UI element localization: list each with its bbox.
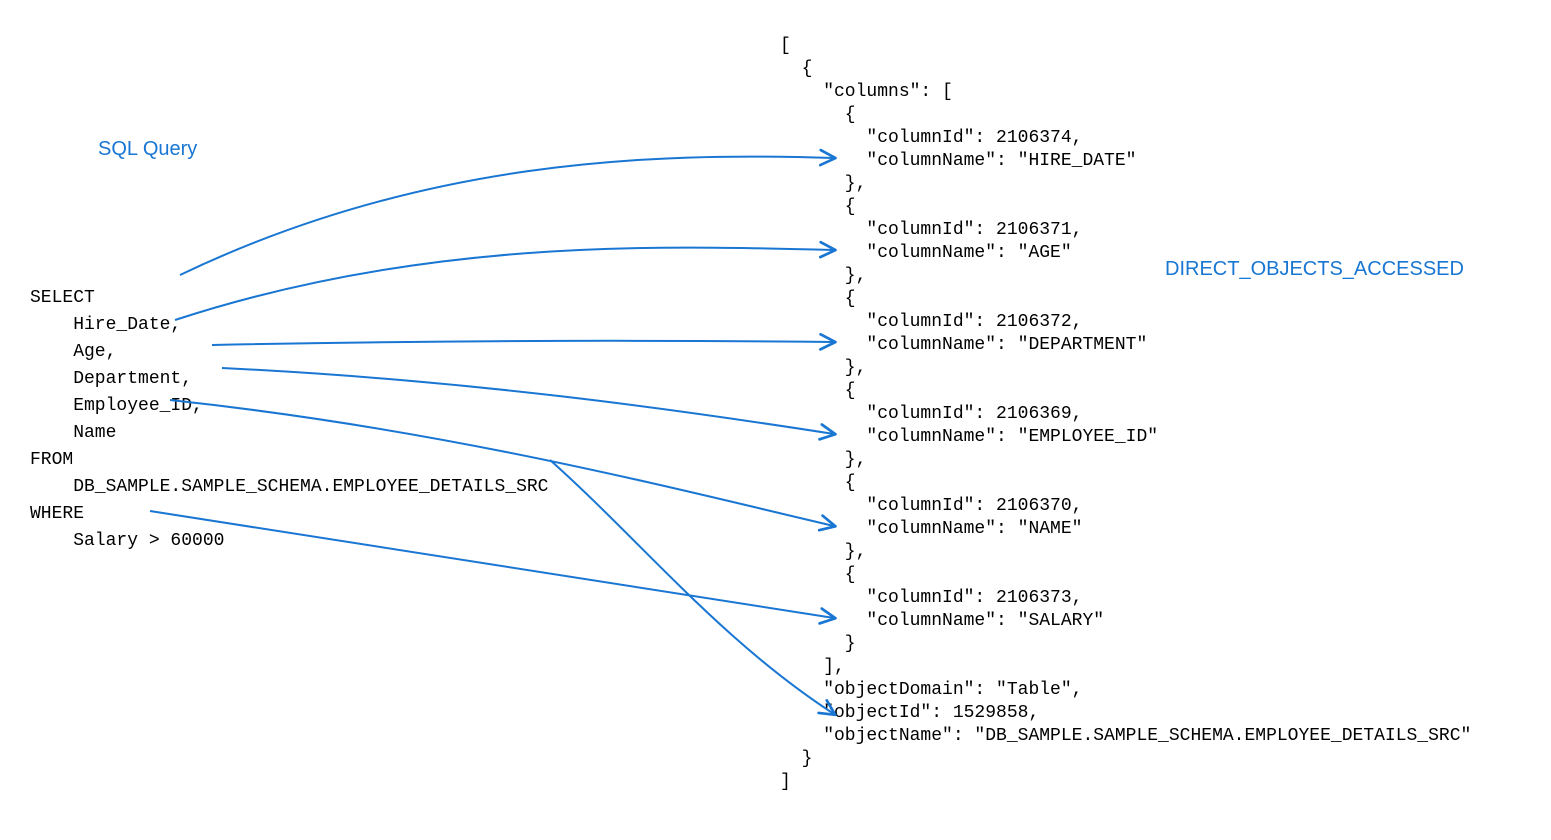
sql-col-department: Department, [30, 369, 192, 389]
sql-table: DB_SAMPLE.SAMPLE_SCHEMA.EMPLOYEE_DETAILS… [30, 477, 548, 497]
json-output-block: [ { "columns": [ { "columnId": 2106374, … [780, 35, 1471, 794]
sql-col-employee-id: Employee_ID, [30, 396, 203, 416]
sql-col-hire-date: Hire_Date, [30, 315, 181, 335]
sql-code-block: SELECT Hire_Date, Age, Department, Emplo… [30, 258, 548, 555]
sql-select: SELECT [30, 288, 95, 308]
sql-where: WHERE [30, 504, 84, 524]
sql-cond-salary: Salary > 60000 [30, 531, 224, 551]
sql-col-name: Name [30, 423, 116, 443]
sql-from: FROM [30, 450, 73, 470]
sql-query-label: SQL Query [98, 138, 197, 161]
sql-col-age: Age, [30, 342, 116, 362]
